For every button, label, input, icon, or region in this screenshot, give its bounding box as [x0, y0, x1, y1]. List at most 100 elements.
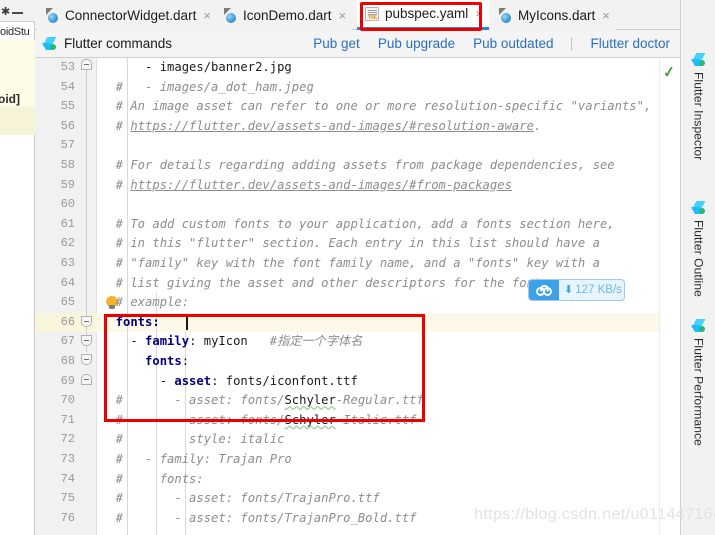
close-icon[interactable]: × [602, 9, 610, 22]
tab-label: MyIcons.dart [518, 7, 596, 23]
left-chrome-bold-label: oid] [0, 92, 20, 106]
code-line[interactable]: 62 # in this "flutter" section. Each ent… [35, 234, 680, 254]
text-caret [186, 315, 188, 330]
code-line[interactable]: 56 # https://flutter.dev/assets-and-imag… [35, 117, 680, 137]
flutter-logo-icon [690, 52, 707, 68]
line-number: 59 [60, 177, 75, 192]
tool-window-flutter-outline[interactable]: Flutter Outline [681, 200, 715, 297]
code-line[interactable]: 66 fonts: [35, 313, 680, 333]
code-line[interactable]: 54 # - images/a_dot_ham.jpeg [35, 78, 680, 98]
code-token: # To add custom fonts to your applicatio… [101, 216, 615, 231]
code-line[interactable]: 60 [35, 195, 680, 215]
line-number: 67 [60, 334, 75, 349]
line-number: 66 [60, 314, 75, 329]
code-line[interactable]: 73 # - family: Trajan Pro [35, 450, 680, 470]
vertical-scrollbar-track[interactable] [660, 388, 681, 535]
code-token: : [181, 354, 190, 368]
code-line[interactable]: 67 - family: myIcon #指定一个字体名 [35, 332, 680, 352]
code-token: - [101, 373, 175, 388]
code-token: # list giving the asset and other descri… [101, 275, 549, 290]
code-line-text: # - asset: fonts/TrajanPro.ttf [101, 489, 380, 509]
download-speed-label: 127 KB/s [575, 284, 622, 296]
code-line[interactable]: 53 - images/banner2.jpg [35, 58, 680, 78]
tool-window-flutter-performance[interactable]: Flutter Performance [681, 318, 715, 446]
line-number: 57 [60, 138, 75, 153]
code-token: family [145, 334, 190, 349]
code-line-text: # - family: Trajan Pro [101, 450, 292, 470]
code-line[interactable]: 72 # style: italic [35, 430, 680, 450]
code-line[interactable]: 69 - asset: fonts/iconfont.ttf [35, 372, 680, 392]
editor-tab-bar: ConnectorWidget.dart × IconDemo.dart × Y… [35, 0, 680, 30]
code-line-text: # example: [101, 293, 189, 313]
tab-myicons-dart[interactable]: MyIcons.dart × [490, 0, 616, 30]
pub-upgrade-link[interactable]: Pub upgrade [378, 36, 455, 51]
code-token: -Regular.ttf [335, 393, 424, 408]
line-number: 58 [60, 158, 75, 172]
code-line[interactable]: 58 # For details regarding adding assets… [35, 156, 680, 176]
code-line-text: # - asset: fonts/Schyler-Italic.ttf [101, 411, 417, 431]
dart-file-icon [45, 7, 60, 23]
minimize-icon[interactable] [12, 12, 23, 14]
line-number: 60 [60, 197, 75, 212]
code-token: # - asset: fonts/TrajanPro.ttf [101, 491, 380, 506]
code-line[interactable]: 63 # "family" key with the font family n… [35, 254, 680, 274]
code-line-text: # "family" key with the font family name… [101, 254, 600, 274]
code-line-text: # To add custom fonts to your applicatio… [101, 215, 615, 235]
code-token: - images/banner2.jpg [101, 60, 292, 74]
tool-window-label: Flutter Performance [691, 338, 706, 446]
tab-pubspec-yaml[interactable]: YML pubspec.yaml × [357, 0, 489, 30]
download-arrow-icon: ⬇ [564, 283, 574, 296]
code-line-text: fonts: [101, 352, 189, 372]
code-line[interactable]: 59 # https://flutter.dev/assets-and-imag… [35, 176, 680, 196]
flutter-commands-label: Flutter commands [64, 36, 173, 51]
code-token: # example: [101, 295, 190, 310]
line-number: 56 [60, 118, 75, 133]
code-token: # in this "flutter" section. Each entry … [101, 236, 600, 251]
left-chrome-yellow-band-2 [0, 107, 35, 135]
pub-get-link[interactable]: Pub get [313, 36, 360, 51]
code-token: # - images/a_dot_ham.jpeg [101, 79, 314, 94]
line-number: 61 [60, 216, 75, 231]
code-line[interactable]: 71 # - asset: fonts/Schyler-Italic.ttf [35, 411, 680, 431]
code-token: https://flutter.dev/assets-and-images/#f… [130, 177, 512, 192]
tool-window-flutter-inspector[interactable]: Flutter Inspector [681, 52, 715, 160]
flutter-doctor-link[interactable]: Flutter doctor [590, 36, 670, 51]
code-token: #指定一个字体名 [269, 334, 363, 349]
tab-icondemo-dart[interactable]: IconDemo.dart × [215, 0, 353, 30]
code-line[interactable]: 76 # - asset: fonts/TrajanPro_Bold.ttf [35, 509, 680, 529]
tab-connectorwidget-dart[interactable]: ConnectorWidget.dart × [37, 0, 217, 30]
line-number: 68 [60, 354, 75, 368]
inspection-ok-check-icon[interactable]: ✓ [662, 63, 677, 82]
code-token: # style: italic [101, 432, 285, 447]
code-line[interactable]: 75 # - asset: fonts/TrajanPro.ttf [35, 489, 680, 509]
close-icon[interactable]: × [203, 9, 211, 22]
tab-label: ConnectorWidget.dart [65, 7, 197, 23]
code-line[interactable]: 68 fonts: [35, 352, 680, 372]
code-line[interactable]: 57 [35, 136, 680, 156]
code-line[interactable]: 61 # To add custom fonts to your applica… [35, 215, 680, 235]
code-token: Schyler [284, 393, 336, 408]
close-icon[interactable]: × [475, 7, 483, 20]
line-number: 63 [60, 256, 75, 270]
pin-icon[interactable]: ✱ [1, 7, 10, 18]
toolbar-divider [571, 36, 573, 51]
inspection-gutter[interactable]: ✓ [659, 58, 681, 535]
line-number: 65 [60, 295, 75, 310]
code-token: # An image asset can refer to one or mor… [101, 99, 680, 114]
baidu-netdisk-cloud-icon [529, 280, 559, 300]
download-speed-widget[interactable]: ⬇ 127 KB/s [528, 279, 625, 301]
line-number: 75 [60, 491, 75, 506]
code-line[interactable]: 74 # fonts: [35, 470, 680, 490]
pub-outdated-link[interactable]: Pub outdated [473, 36, 553, 51]
close-icon[interactable]: × [339, 9, 347, 22]
code-token: - [101, 334, 146, 349]
code-token: # - asset: fonts/ [101, 393, 285, 408]
line-number: 72 [60, 432, 75, 447]
line-number: 71 [60, 412, 75, 427]
flutter-logo-icon [42, 36, 58, 52]
code-token: https://flutter.dev/assets-and-images/#r… [130, 118, 534, 133]
code-line[interactable]: 55 # An image asset can refer to one or … [35, 97, 680, 117]
line-number: 62 [60, 236, 75, 251]
code-line[interactable]: 70 # - asset: fonts/Schyler-Regular.ttf [35, 391, 680, 411]
